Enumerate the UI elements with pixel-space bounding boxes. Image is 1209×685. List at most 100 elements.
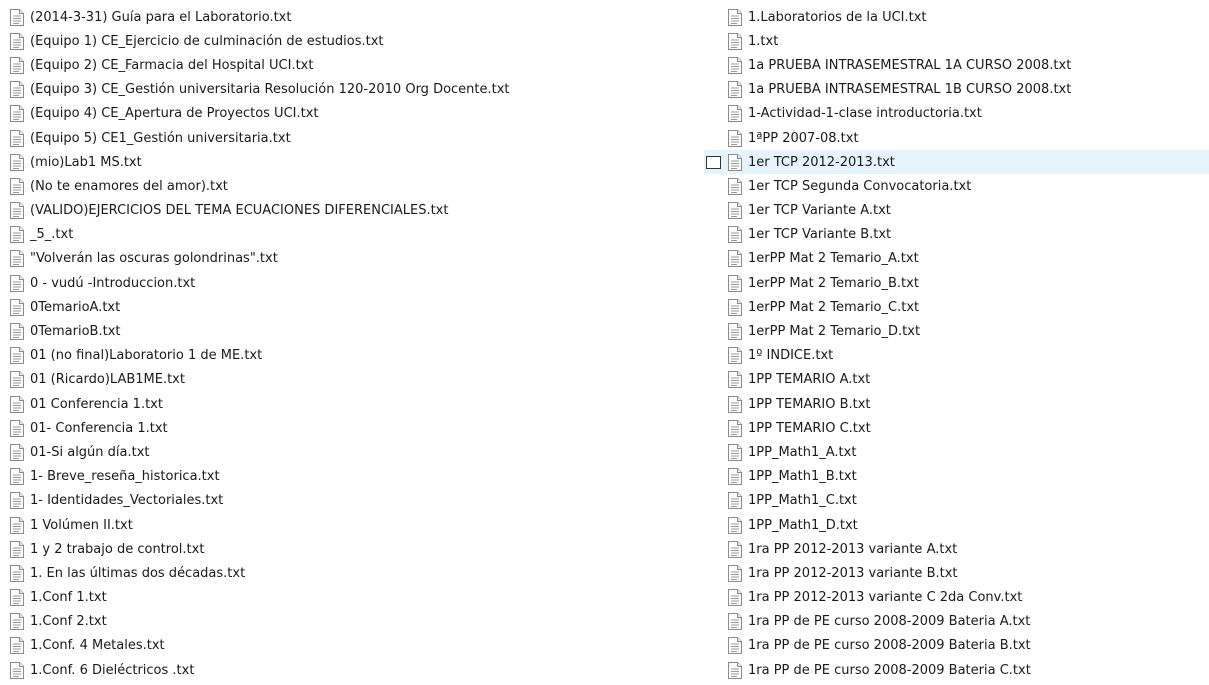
file-item[interactable]: (Equipo 4) CE_Apertura de Proyectos UCI.… bbox=[8, 102, 700, 126]
item-checkbox[interactable] bbox=[706, 59, 721, 72]
file-item[interactable]: 1.txt bbox=[704, 29, 1209, 53]
file-item[interactable]: 1- Identidades_Vectoriales.txt bbox=[8, 489, 700, 513]
file-item[interactable]: (Equipo 2) CE_Farmacia del Hospital UCI.… bbox=[8, 53, 700, 77]
file-item[interactable]: 0TemarioA.txt bbox=[8, 295, 700, 319]
file-item[interactable]: 1º INDICE.txt bbox=[704, 344, 1209, 368]
file-item[interactable]: 1.Conf 1.txt bbox=[8, 586, 700, 610]
file-item[interactable]: 1.Conf. 6 Dieléctricos .txt bbox=[8, 658, 700, 682]
file-item[interactable]: 1erPP Mat 2 Temario_B.txt bbox=[704, 271, 1209, 295]
file-item[interactable]: 1er TCP 2012-2013.txt bbox=[704, 150, 1209, 175]
file-item[interactable]: 1a PRUEBA INTRASEMESTRAL 1A CURSO 2008.t… bbox=[704, 53, 1209, 77]
text-document-icon bbox=[10, 564, 24, 582]
item-checkbox[interactable] bbox=[706, 35, 721, 48]
file-item[interactable]: 1erPP Mat 2 Temario_D.txt bbox=[704, 319, 1209, 343]
text-document-icon bbox=[728, 589, 742, 607]
item-checkbox[interactable] bbox=[706, 567, 721, 580]
file-item[interactable]: 1erPP Mat 2 Temario_C.txt bbox=[704, 295, 1209, 319]
item-checkbox[interactable] bbox=[706, 252, 721, 265]
file-name: (Equipo 1) CE_Ejercicio de culminación d… bbox=[30, 33, 384, 49]
file-item[interactable]: 1ra PP 2012-2013 variante B.txt bbox=[704, 561, 1209, 585]
file-item[interactable]: "Volverán las oscuras golondrinas".txt bbox=[8, 247, 700, 271]
item-checkbox[interactable] bbox=[706, 494, 721, 507]
file-item[interactable]: 1PP TEMARIO C.txt bbox=[704, 416, 1209, 440]
file-item[interactable]: (Equipo 5) CE1_Gestión universitaria.txt bbox=[8, 126, 700, 150]
file-item[interactable]: 1.Conf. 4 Metales.txt bbox=[8, 634, 700, 658]
item-checkbox[interactable] bbox=[706, 398, 721, 411]
file-name: 1er TCP Variante B.txt bbox=[748, 227, 892, 243]
file-item[interactable]: 1PP_Math1_A.txt bbox=[704, 440, 1209, 464]
file-item[interactable]: 1erPP Mat 2 Temario_A.txt bbox=[704, 247, 1209, 271]
file-item[interactable]: 1er TCP Variante B.txt bbox=[704, 223, 1209, 247]
text-document-icon bbox=[10, 226, 24, 244]
file-name: (No te enamores del amor).txt bbox=[30, 178, 228, 194]
file-item[interactable]: 1.Laboratorios de la UCI.txt bbox=[704, 5, 1209, 29]
file-item[interactable]: 0TemarioB.txt bbox=[8, 319, 700, 343]
file-item[interactable]: 01 (no final)Laboratorio 1 de ME.txt bbox=[8, 344, 700, 368]
item-checkbox[interactable] bbox=[706, 83, 721, 96]
file-item[interactable]: (No te enamores del amor).txt bbox=[8, 174, 700, 198]
file-item[interactable]: 1er TCP Segunda Convocatoria.txt bbox=[704, 174, 1209, 198]
file-item[interactable]: 1- Breve_reseña_historica.txt bbox=[8, 465, 700, 489]
item-checkbox[interactable] bbox=[706, 349, 721, 362]
file-item[interactable]: 1PP_Math1_D.txt bbox=[704, 513, 1209, 537]
file-item[interactable]: 01- Conferencia 1.txt bbox=[8, 416, 700, 440]
item-checkbox[interactable] bbox=[706, 180, 721, 193]
file-item[interactable]: 1ra PP de PE curso 2008-2009 Bateria A.t… bbox=[704, 610, 1209, 634]
item-checkbox[interactable] bbox=[706, 446, 721, 459]
item-checkbox[interactable] bbox=[706, 664, 721, 677]
file-item[interactable]: 1 Volúmen II.txt bbox=[8, 513, 700, 537]
file-item[interactable]: 1.Conf 2.txt bbox=[8, 610, 700, 634]
item-checkbox[interactable] bbox=[706, 107, 721, 120]
item-checkbox[interactable] bbox=[706, 277, 721, 290]
text-document-icon bbox=[10, 516, 24, 534]
file-item[interactable]: 1PP_Math1_B.txt bbox=[704, 465, 1209, 489]
file-item[interactable]: 1. En las últimas dos décadas.txt bbox=[8, 561, 700, 585]
file-item[interactable]: 1ra PP de PE curso 2008-2009 Bateria C.t… bbox=[704, 658, 1209, 682]
text-document-icon bbox=[728, 492, 742, 510]
file-item[interactable]: (VALIDO)EJERCICIOS DEL TEMA ECUACIONES D… bbox=[8, 199, 700, 223]
item-checkbox[interactable] bbox=[706, 519, 721, 532]
text-document-icon bbox=[10, 32, 24, 50]
file-name: 1ra PP 2012-2013 variante B.txt bbox=[748, 565, 958, 581]
item-checkbox[interactable] bbox=[706, 132, 721, 145]
item-checkbox[interactable] bbox=[706, 11, 721, 24]
file-item[interactable]: 1ra PP de PE curso 2008-2009 Bateria B.t… bbox=[704, 634, 1209, 658]
file-name: 1. En las últimas dos décadas.txt bbox=[30, 565, 246, 581]
item-checkbox[interactable] bbox=[706, 543, 721, 556]
file-name: 1er TCP Variante A.txt bbox=[748, 203, 891, 219]
file-item[interactable]: 1ªPP 2007-08.txt bbox=[704, 126, 1209, 150]
file-item[interactable]: 1er TCP Variante A.txt bbox=[704, 199, 1209, 223]
file-name: 1PP_Math1_B.txt bbox=[748, 469, 857, 485]
item-checkbox[interactable] bbox=[706, 373, 721, 386]
file-item[interactable]: 1PP TEMARIO A.txt bbox=[704, 368, 1209, 392]
text-document-icon bbox=[728, 443, 742, 461]
file-item[interactable]: 01-Si algún día.txt bbox=[8, 440, 700, 464]
item-checkbox[interactable] bbox=[706, 591, 721, 604]
file-item[interactable]: 1ra PP 2012-2013 variante C 2da Conv.txt bbox=[704, 586, 1209, 610]
file-item[interactable]: 01 Conferencia 1.txt bbox=[8, 392, 700, 416]
item-checkbox[interactable] bbox=[706, 301, 721, 314]
item-checkbox[interactable] bbox=[706, 325, 721, 338]
file-item[interactable]: _5_.txt bbox=[8, 223, 700, 247]
file-item[interactable]: 1PP TEMARIO B.txt bbox=[704, 392, 1209, 416]
file-item[interactable]: (2014-3-31) Guía para el Laboratorio.txt bbox=[8, 5, 700, 29]
file-item[interactable]: 1-Actividad-1-clase introductoria.txt bbox=[704, 102, 1209, 126]
file-item[interactable]: 01 (Ricardo)LAB1ME.txt bbox=[8, 368, 700, 392]
item-checkbox[interactable] bbox=[706, 204, 721, 217]
file-item[interactable]: 1ra PP 2012-2013 variante A.txt bbox=[704, 537, 1209, 561]
file-item[interactable]: (mio)Lab1 MS.txt bbox=[8, 150, 700, 174]
text-document-icon bbox=[728, 637, 742, 655]
item-checkbox[interactable] bbox=[706, 615, 721, 628]
file-item[interactable]: (Equipo 1) CE_Ejercicio de culminación d… bbox=[8, 29, 700, 53]
file-item[interactable]: 1PP_Math1_C.txt bbox=[704, 489, 1209, 513]
file-item[interactable]: 0 - vudú -Introduccion.txt bbox=[8, 271, 700, 295]
file-item[interactable]: (Equipo 3) CE_Gestión universitaria Reso… bbox=[8, 78, 700, 102]
text-document-icon bbox=[10, 468, 24, 486]
item-checkbox[interactable] bbox=[706, 422, 721, 435]
file-item[interactable]: 1 y 2 trabajo de control.txt bbox=[8, 537, 700, 561]
file-item[interactable]: 1a PRUEBA INTRASEMESTRAL 1B CURSO 2008.t… bbox=[704, 78, 1209, 102]
item-checkbox[interactable] bbox=[706, 639, 721, 652]
item-checkbox[interactable] bbox=[706, 155, 721, 169]
item-checkbox[interactable] bbox=[706, 228, 721, 241]
item-checkbox[interactable] bbox=[706, 470, 721, 483]
